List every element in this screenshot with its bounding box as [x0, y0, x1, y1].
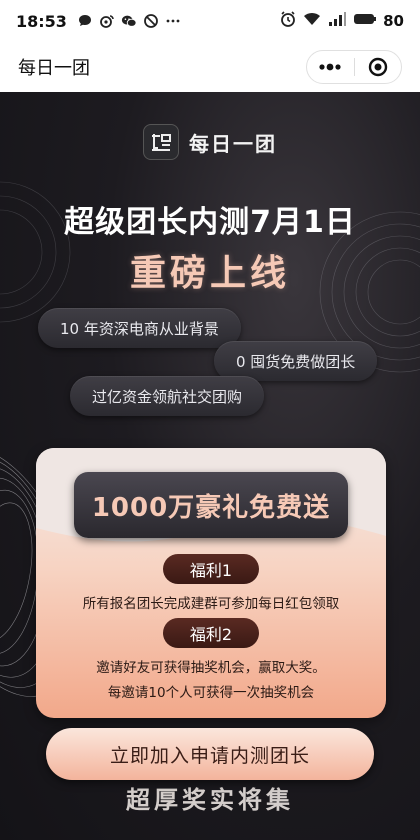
more-dots-icon — [319, 63, 341, 71]
wifi-icon — [303, 11, 321, 31]
next-section-heading: 超厚奖实将集 — [126, 786, 294, 814]
close-mini-program-button[interactable] — [355, 51, 402, 83]
battery-icon — [353, 11, 377, 31]
perk-1-tag: 福利1 — [163, 554, 259, 584]
battery-percent: 80 — [383, 12, 404, 30]
brand-name: 每日一团 — [189, 131, 277, 156]
perk-1-text: 所有报名团长完成建群可参加每日红包领取 — [82, 596, 340, 612]
mini-program-capsule — [306, 50, 402, 84]
chat-bubble-icon — [77, 13, 93, 29]
alarm-icon — [279, 10, 297, 32]
do-not-disturb-icon — [143, 13, 159, 29]
headline: 超级团长内测7月1日 — [64, 205, 356, 240]
weibo-icon — [99, 13, 115, 29]
feature-pill: 0 囤货免费做团长 — [214, 341, 378, 381]
wechat-icon — [121, 13, 137, 29]
subheadline: 重磅上线 — [129, 253, 290, 294]
feature-pill: 10 年资深电商从业背景 — [38, 308, 241, 348]
prize-banner: 1000万豪礼免费送 — [74, 472, 348, 538]
status-bar: 18:53 80 — [0, 0, 420, 42]
perks-card: 1000万豪礼免费送 福利1 所有报名团长完成建群可参加每日红包领取 福利2 邀… — [36, 448, 386, 718]
status-time: 18:53 — [16, 11, 67, 31]
apply-beta-leader-button[interactable]: 立即加入申请内测团长 — [46, 728, 374, 780]
perk-2-text-line1: 邀请好友可获得抽奖机会，赢取大奖。 — [96, 660, 326, 676]
signal-4g-icon — [327, 11, 347, 31]
prize-banner-text: 1000万豪礼免费送 — [91, 492, 331, 523]
brand-row: 每日一团 — [0, 124, 420, 160]
more-dots-icon — [165, 13, 181, 29]
more-menu-button[interactable] — [307, 51, 354, 83]
promo-hero: 每日一团 超级团长内测7月1日 重磅上线 10 年资深电商从业背景 0 囤货免费… — [0, 92, 420, 840]
mini-program-nav-bar: 每日一团 — [0, 42, 420, 92]
perk-2-text-line2: 每邀请10个人可获得一次抽奖机会 — [107, 685, 315, 701]
target-close-icon — [368, 57, 387, 77]
brand-logo-icon — [143, 124, 179, 160]
perk-2-tag: 福利2 — [163, 618, 259, 648]
status-system-icons: 80 — [279, 10, 404, 32]
feature-pill: 过亿资金领航社交团购 — [70, 376, 265, 416]
status-notification-icons — [77, 13, 181, 29]
nav-title: 每日一团 — [18, 58, 90, 79]
